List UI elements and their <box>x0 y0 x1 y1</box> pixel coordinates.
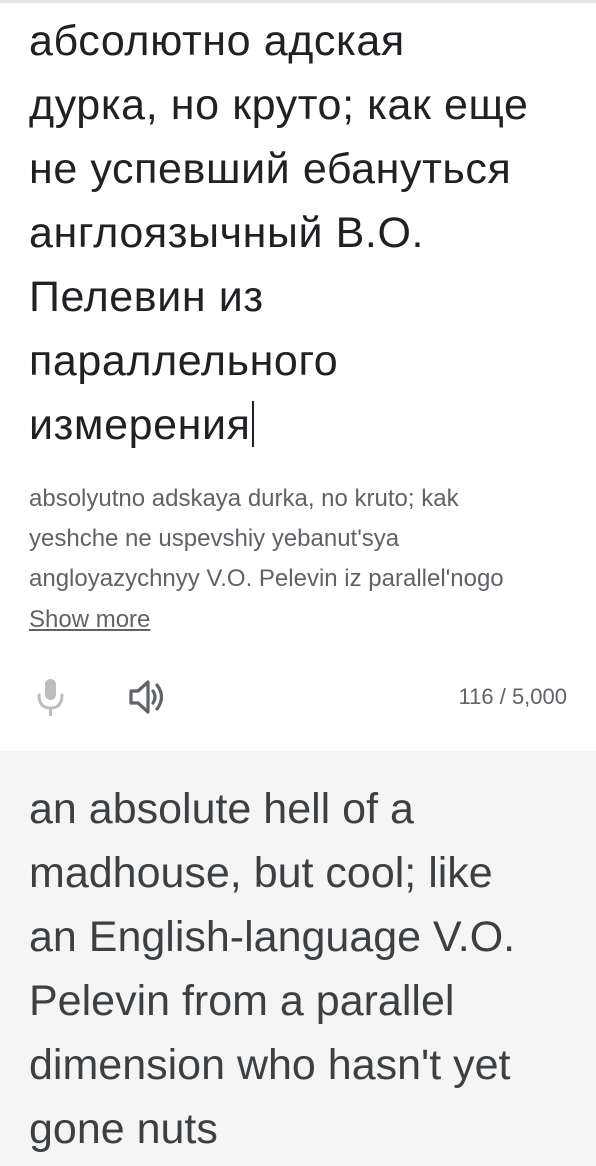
translation-output-panel: an absolute hell of a madhouse, but cool… <box>0 751 596 1166</box>
show-more-link[interactable]: Show more <box>29 600 150 640</box>
speaker-icon <box>129 680 164 714</box>
text-cursor <box>251 401 254 447</box>
source-toolbar: 116 / 5,000 <box>0 667 596 727</box>
source-text-input[interactable]: абсолютно адская дурка, но круто; как ещ… <box>29 9 585 457</box>
listen-button[interactable] <box>124 671 172 723</box>
translation-text: an absolute hell of a madhouse, but cool… <box>29 785 516 1153</box>
transliteration-text: absolyutno adskaya durka, no kruto; kak … <box>29 485 504 592</box>
microphone-icon <box>37 679 64 716</box>
character-count: 116 / 5,000 <box>458 684 567 709</box>
source-input-panel[interactable]: абсолютно адская дурка, но круто; как ещ… <box>0 3 596 751</box>
source-text: абсолютно адская дурка, но круто; как ещ… <box>29 17 529 449</box>
microphone-button[interactable] <box>30 671 74 723</box>
translate-page: абсолютно адская дурка, но круто; как ещ… <box>0 0 596 1166</box>
